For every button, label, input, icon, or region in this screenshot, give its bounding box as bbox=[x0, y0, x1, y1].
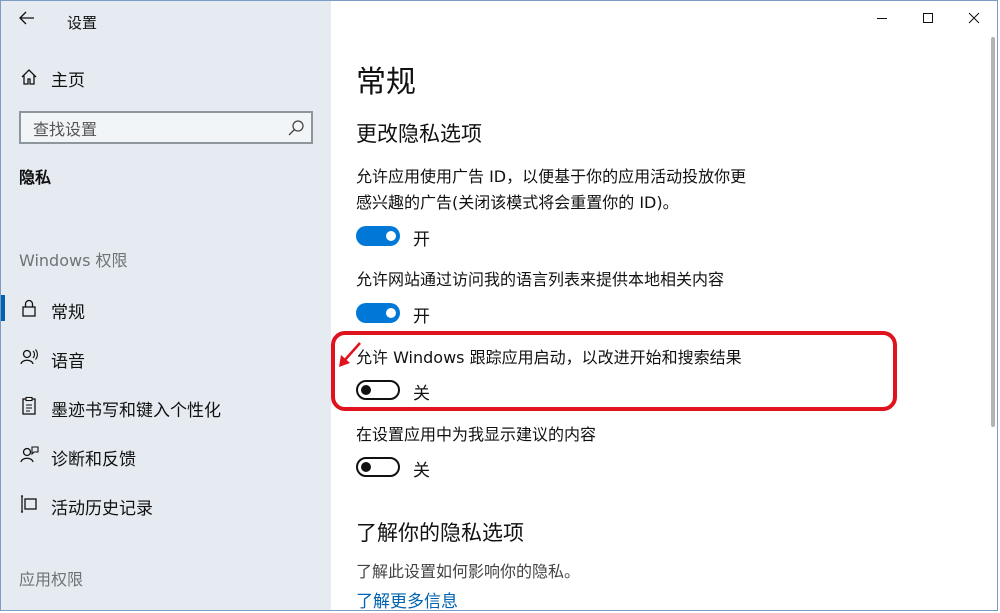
toggle-state-label: 关 bbox=[413, 461, 430, 481]
sidebar-item-activity-history[interactable]: 活动历史记录 bbox=[1, 485, 331, 523]
setting-text-line: 感兴趣的广告(关闭该模式将会重置你的 ID)。 bbox=[356, 193, 679, 212]
back-button[interactable] bbox=[13, 5, 41, 31]
sidebar-item-home[interactable]: 主页 bbox=[1, 59, 331, 95]
group-label-app-permissions: 应用权限 bbox=[19, 570, 84, 589]
sidebar-item-label: 活动历史记录 bbox=[51, 499, 153, 519]
app-title: 设置 bbox=[67, 14, 98, 32]
sidebar-item-label: 墨迹书写和键入个性化 bbox=[51, 401, 221, 421]
maximize-button[interactable] bbox=[905, 1, 951, 35]
app-launch-tracking-toggle[interactable] bbox=[356, 380, 400, 400]
setting-language-list-description: 允许网站通过访问我的语言列表来提供本地相关内容 bbox=[356, 270, 725, 289]
close-button[interactable] bbox=[951, 1, 997, 35]
group-label-windows-permissions: Windows 权限 bbox=[19, 251, 128, 270]
close-icon bbox=[968, 12, 980, 24]
learn-more-link[interactable]: 了解更多信息 bbox=[356, 587, 458, 610]
section-title: 隐私 bbox=[19, 168, 52, 187]
sidebar-item-label: 主页 bbox=[51, 71, 85, 91]
home-icon bbox=[21, 69, 37, 85]
setting-suggested-content-description: 在设置应用中为我显示建议的内容 bbox=[356, 425, 597, 444]
setting-app-launch-tracking-description: 允许 Windows 跟踪应用启动，以改进开始和搜索结果 bbox=[356, 348, 742, 367]
section-heading: 更改隐私选项 bbox=[356, 122, 482, 146]
sidebar: 设置 主页 隐私 Windows 权限 常规 bbox=[1, 1, 331, 610]
advertising-id-toggle[interactable] bbox=[356, 226, 400, 246]
search-icon[interactable] bbox=[287, 119, 305, 137]
back-arrow-icon bbox=[19, 11, 34, 25]
toggle-state-label: 开 bbox=[413, 230, 430, 250]
toggle-state-label: 开 bbox=[413, 307, 430, 327]
learn-section-heading: 了解你的隐私选项 bbox=[356, 521, 524, 545]
timeline-icon bbox=[21, 495, 37, 513]
suggested-content-toggle[interactable] bbox=[356, 457, 400, 477]
minimize-icon bbox=[877, 18, 887, 19]
setting-advertising-id-description: 允许应用使用广告 ID，以便基于你的应用活动投放你更 感兴趣的广告(关闭该模式将… bbox=[356, 164, 826, 216]
clipboard-icon bbox=[22, 396, 36, 415]
search-box[interactable] bbox=[19, 111, 313, 144]
sidebar-item-diagnostics[interactable]: 诊断和反馈 bbox=[1, 436, 331, 474]
speech-icon bbox=[20, 349, 38, 365]
sidebar-item-label: 诊断和反馈 bbox=[51, 450, 136, 470]
sidebar-item-label: 语音 bbox=[51, 352, 85, 372]
sidebar-item-label: 常规 bbox=[51, 303, 85, 323]
sidebar-item-inking[interactable]: 墨迹书写和键入个性化 bbox=[1, 387, 331, 425]
language-list-toggle[interactable] bbox=[356, 303, 400, 323]
toggle-state-label: 关 bbox=[413, 384, 430, 404]
feedback-icon bbox=[20, 446, 39, 463]
sidebar-item-speech[interactable]: 语音 bbox=[1, 338, 331, 376]
page-title: 常规 bbox=[356, 65, 416, 100]
sidebar-item-general[interactable]: 常规 bbox=[1, 289, 331, 327]
learn-section-description: 了解此设置如何影响你的隐私。 bbox=[356, 562, 581, 581]
search-input[interactable] bbox=[31, 118, 285, 140]
lock-icon bbox=[22, 299, 36, 317]
scrollbar[interactable] bbox=[991, 37, 995, 427]
settings-window: 设置 主页 隐私 Windows 权限 常规 bbox=[0, 0, 998, 611]
maximize-icon bbox=[923, 13, 933, 23]
minimize-button[interactable] bbox=[859, 1, 905, 35]
setting-text-line: 允许应用使用广告 ID，以便基于你的应用活动投放你更 bbox=[356, 167, 747, 186]
